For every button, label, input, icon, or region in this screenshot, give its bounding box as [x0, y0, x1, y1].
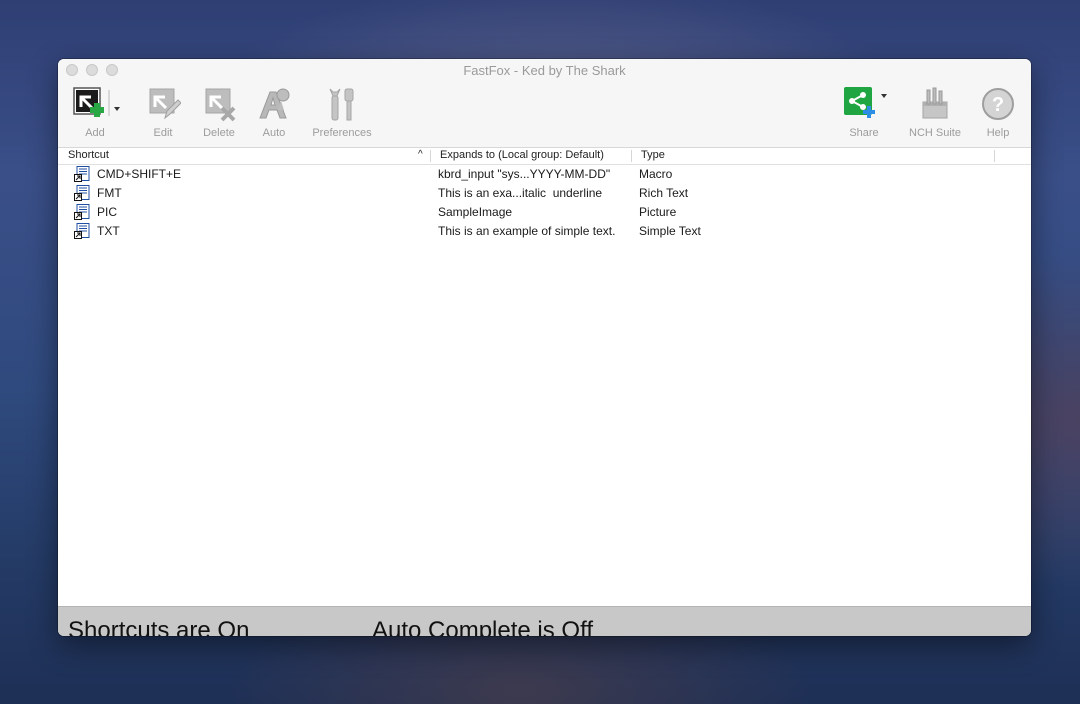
- row-type: Simple Text: [639, 224, 701, 238]
- edit-button[interactable]: Edit: [141, 86, 185, 139]
- row-shortcut: TXT: [97, 224, 120, 238]
- row-expands: SampleImage: [438, 205, 513, 219]
- row-shortcut: FMT: [97, 186, 122, 200]
- column-header-shortcut[interactable]: Shortcut: [68, 149, 109, 161]
- auto-icon: [256, 86, 292, 122]
- row-type: Picture: [639, 205, 677, 219]
- column-header-type[interactable]: Type: [641, 149, 665, 161]
- delete-icon: [201, 86, 237, 122]
- help-button[interactable]: ? Help: [978, 86, 1018, 139]
- row-expands: This is an example of simple text.: [438, 224, 616, 238]
- column-divider[interactable]: [430, 150, 431, 162]
- table-row[interactable]: TXT This is an example of simple text. S…: [58, 222, 1031, 241]
- shortcuts-status[interactable]: Shortcuts are On: [68, 617, 249, 636]
- svg-text:?: ?: [992, 94, 1004, 116]
- preferences-button[interactable]: Preferences: [308, 86, 376, 139]
- add-shortcut-icon: [72, 86, 122, 122]
- shortcut-file-icon: [74, 204, 90, 220]
- nch-suite-button[interactable]: NCH Suite: [903, 86, 967, 139]
- autocomplete-status[interactable]: Auto Complete is Off: [372, 617, 593, 636]
- share-button[interactable]: Share: [842, 86, 892, 139]
- edit-label: Edit: [153, 127, 173, 139]
- share-label: Share: [849, 127, 879, 139]
- auto-label: Auto: [262, 127, 286, 139]
- shortcut-file-icon: [74, 223, 90, 239]
- app-window: FastFox - Ked by The Shark Add Edit Dele…: [58, 59, 1031, 636]
- status-bar: Shortcuts are On Auto Complete is Off: [58, 606, 1031, 636]
- help-icon: ?: [980, 86, 1016, 122]
- edit-icon: [145, 86, 182, 122]
- table-row[interactable]: FMT This is an exa...italic underline Ri…: [58, 184, 1031, 203]
- preferences-label: Preferences: [312, 127, 372, 139]
- row-type: Macro: [639, 167, 673, 181]
- column-divider[interactable]: [994, 150, 995, 162]
- window-title: FastFox - Ked by The Shark: [463, 63, 626, 78]
- row-expands: This is an exa...italic underline: [438, 186, 603, 200]
- row-expands: kbrd_input "sys...YYYY-MM-DD": [438, 167, 611, 181]
- row-shortcut: PIC: [97, 205, 118, 219]
- row-shortcut: CMD+SHIFT+E: [97, 167, 182, 181]
- add-button[interactable]: Add: [72, 86, 124, 139]
- share-icon: [842, 86, 890, 122]
- nch-suite-label: NCH Suite: [909, 127, 961, 139]
- table-header: Shortcut ^ Expands to (Local group: Defa…: [58, 148, 1031, 165]
- delete-label: Delete: [203, 127, 235, 139]
- shortcut-file-icon: [74, 185, 90, 201]
- help-label: Help: [986, 127, 1010, 139]
- row-type: Rich Text: [639, 186, 689, 200]
- nch-suite-icon: [917, 86, 953, 122]
- auto-button[interactable]: Auto: [254, 86, 294, 139]
- preferences-icon: [324, 86, 360, 122]
- shortcut-file-icon: [74, 166, 90, 182]
- column-header-expands[interactable]: Expands to (Local group: Default): [440, 149, 604, 161]
- delete-button[interactable]: Delete: [196, 86, 242, 139]
- sort-ascending-icon[interactable]: ^: [418, 149, 423, 160]
- add-label: Add: [85, 127, 105, 139]
- table-row[interactable]: CMD+SHIFT+E kbrd_input "sys...YYYY-MM-DD…: [58, 165, 1031, 184]
- table-row[interactable]: PIC SampleImage Picture: [58, 203, 1031, 222]
- column-divider[interactable]: [631, 150, 632, 162]
- title-bar: FastFox - Ked by The Shark Add Edit Dele…: [58, 59, 1031, 148]
